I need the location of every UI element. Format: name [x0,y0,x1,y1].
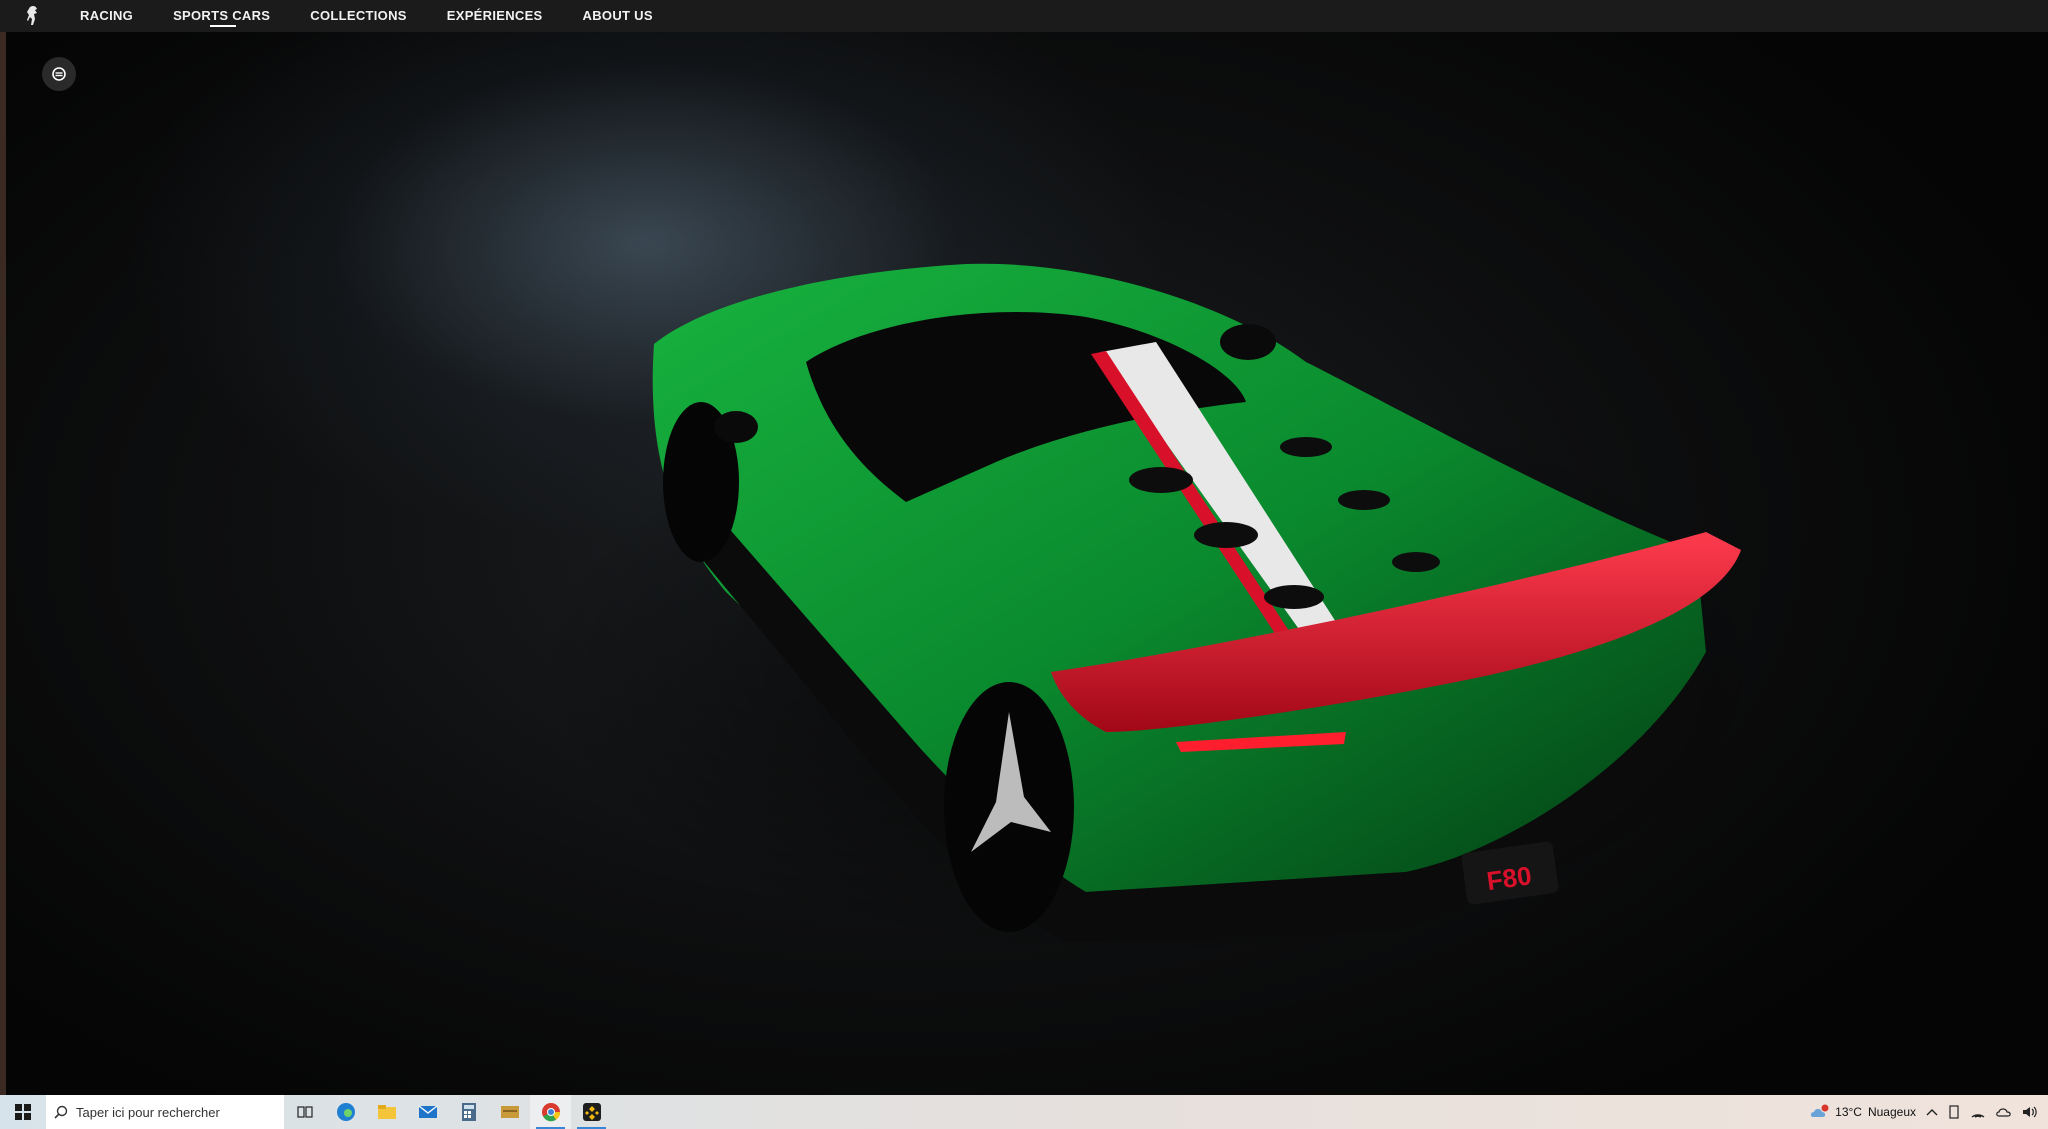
edge-icon [336,1103,355,1121]
network-button[interactable] [1970,1105,1986,1119]
chrome-icon [541,1103,560,1122]
device-icon [1949,1105,1959,1119]
taskbar: Taper ici pour rechercher 13°C Nuageux [0,1095,2048,1129]
tray-device-button[interactable] [1948,1105,1960,1119]
wifi-icon [1971,1114,1985,1118]
top-navigation: RACING SPORTS CARS COLLECTIONS EXPÉRIENC… [0,0,2048,32]
car-badge-text: F80 [1485,860,1534,896]
nav-item-racing[interactable]: RACING [80,0,133,32]
search-placeholder: Taper ici pour rechercher [76,1104,220,1120]
weather-temp: 13°C [1835,1105,1862,1119]
system-tray: 13°C Nuageux [1809,1095,2048,1129]
car-render[interactable]: F80 [6,32,2048,1095]
view-toggle-button[interactable] [42,57,76,91]
car-viewer[interactable]: F80 [6,32,2048,1095]
car-mirror-right [1220,324,1276,360]
prancing-horse-icon[interactable] [22,4,44,28]
car-mirror-left [714,411,758,443]
task-view-icon [296,1106,313,1118]
weather-widget[interactable]: 13°C Nuageux [1809,1104,1916,1120]
nav-item-about-us[interactable]: ABOUT US [583,0,653,32]
volume-button[interactable] [2022,1105,2038,1119]
folder-button[interactable] [489,1095,530,1129]
task-view-button[interactable] [284,1095,325,1129]
taskbar-search-input[interactable]: Taper ici pour rechercher [46,1095,284,1129]
weather-condition: Nuageux [1867,1105,1916,1119]
nav-item-experiences[interactable]: EXPÉRIENCES [447,0,543,32]
speaker-icon [2023,1106,2037,1118]
chrome-button[interactable] [530,1095,571,1129]
mail-icon [418,1105,437,1118]
onedrive-button[interactable] [1996,1106,2012,1118]
file-explorer-button[interactable] [366,1095,407,1129]
calculator-icon [461,1103,476,1121]
folder-icon [500,1106,519,1118]
windows-icon [15,1104,31,1120]
binance-button[interactable] [571,1095,612,1129]
nav-item-collections[interactable]: COLLECTIONS [310,0,406,32]
nav-item-sports-cars[interactable]: SPORTS CARS [173,0,270,32]
calculator-button[interactable] [448,1095,489,1129]
cloud-icon [1811,1104,1829,1117]
search-icon [54,1105,68,1119]
file-explorer-icon [377,1105,396,1119]
mail-button[interactable] [407,1095,448,1129]
onedrive-icon [1996,1108,2011,1117]
view-toggle-icon [52,67,66,81]
chevron-up-icon [1926,1109,1938,1116]
show-hidden-icons-button[interactable] [1926,1107,1938,1117]
edge-button[interactable] [325,1095,366,1129]
binance-icon [582,1103,601,1121]
start-button[interactable] [0,1095,46,1129]
